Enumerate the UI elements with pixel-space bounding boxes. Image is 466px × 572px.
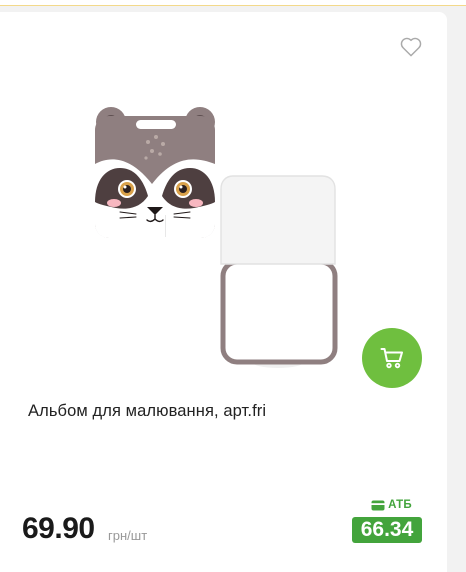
loyalty-price-badge: 66.34 xyxy=(352,517,422,543)
loyalty-card-brand: АТБ xyxy=(352,498,422,512)
price-unit: грн/шт xyxy=(108,528,148,543)
add-to-cart-button[interactable] xyxy=(362,328,422,388)
loyalty-brand-label: АТБ xyxy=(388,499,412,511)
product-price: 69.90 xyxy=(22,512,95,545)
product-title[interactable]: Альбом для малювання, арт.fri xyxy=(28,402,266,421)
loyalty-card-icon xyxy=(371,500,385,510)
shopping-cart-icon xyxy=(380,348,403,369)
loyalty-card-price: АТБ 66.34 xyxy=(352,498,422,543)
raccoon-cover-illustration xyxy=(95,107,215,238)
product-image[interactable] xyxy=(90,104,340,372)
header-bottom-edge xyxy=(0,0,466,6)
heart-outline-icon xyxy=(400,37,422,57)
product-card: Альбом для малювання, арт.fri 69.90 грн/… xyxy=(0,12,447,572)
product-accessory-illustration xyxy=(220,175,338,368)
favorite-button[interactable] xyxy=(400,37,422,57)
